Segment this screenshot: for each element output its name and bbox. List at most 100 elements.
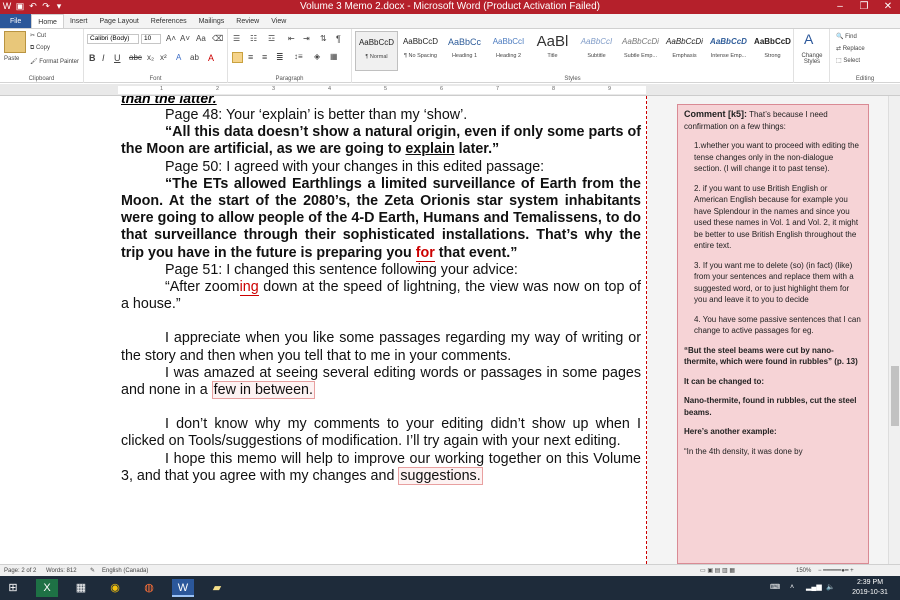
clipboard-group: Paste ✂ Cut ⧉ Copy 🖌 Format Painter Clip… [0,29,84,83]
italic-icon[interactable]: I [102,53,105,63]
borders-icon[interactable]: ▦ [330,52,338,61]
bullets-icon[interactable]: ☰ [233,34,240,43]
windows-start-icon[interactable]: ⊞ [2,579,24,597]
change-case-icon[interactable]: Aa [196,34,206,43]
grow-font-icon[interactable]: A˄ [166,34,176,43]
font-group: Calibri (Body) 10 A˄ A˅ Aa ⌫ B I U abc x… [84,29,228,83]
paragraph-group: ☰ ☷ ☲ ⇤ ⇥ ⇅ ¶ ≡ ≡ ≣ ↕≡ ◈ ▦ Paragraph [228,29,352,83]
comment-text: “In the 4th density, it was done by [684,446,803,456]
superscript-icon[interactable]: x² [160,53,167,62]
tab-file[interactable]: File [0,14,32,28]
explorer-icon[interactable]: ▦ [70,579,92,597]
style-preview: AaBbCc [447,37,482,47]
scrollbar-thumb[interactable] [891,366,899,426]
paragraph-label: Paragraph [275,76,304,82]
clock[interactable]: 2:39 PM 2019-10-31 [848,578,892,598]
underline-icon[interactable]: U [114,53,121,63]
network-icon[interactable]: ▂▄▆ [806,583,822,593]
comment-balloon[interactable]: Comment [k5]: That’s because I need conf… [677,104,869,564]
cut-button[interactable]: ✂ Cut [30,32,46,39]
numbering-icon[interactable]: ☷ [250,34,257,43]
tab-insert[interactable]: Insert [64,14,94,28]
align-center-icon[interactable]: ≡ [248,52,253,62]
tab-references[interactable]: References [145,14,193,28]
tab-home[interactable]: Home [31,14,64,28]
bold-icon[interactable]: B [89,53,96,63]
shrink-font-icon[interactable]: A˅ [180,34,190,43]
change-styles-group: A Change Styles [794,29,830,83]
firefox-icon[interactable]: ◍ [138,579,160,597]
comment-anchor[interactable]: few in between. [211,381,315,400]
minimize-button[interactable]: – [828,0,852,14]
word-taskbar-icon[interactable]: W [172,579,194,597]
comment-text: Nano-thermite, found in rubbles, cut the… [684,396,857,417]
line-spacing-icon[interactable]: ↕≡ [294,52,303,61]
keyboard-icon[interactable]: ⌨ [770,583,780,593]
comment-item: 4. You have some passive sentences that … [694,314,861,336]
volume-icon[interactable]: 🔈 [826,583,835,593]
sticky-notes-icon[interactable]: ▰ [206,579,228,597]
style-no-spacing[interactable]: AaBbCcD ¶ No Spacing [399,31,442,71]
style-heading-1[interactable]: AaBbCc Heading 1 [443,31,486,71]
format-painter-button[interactable]: 🖌 Format Painter [30,58,79,65]
change-styles-icon[interactable]: A [804,31,813,47]
increase-indent-icon[interactable]: ⇥ [303,34,310,43]
horizontal-ruler[interactable]: 1 2 3 4 5 6 7 8 9 [0,84,900,96]
shading-icon[interactable]: ◈ [314,52,320,61]
paste-button[interactable]: Paste [4,56,19,62]
paste-icon[interactable] [4,31,26,53]
find-button[interactable]: 🔍 Find [836,33,857,40]
justify-icon[interactable]: ≣ [276,52,284,63]
font-color-icon[interactable]: A [208,53,214,63]
align-right-icon[interactable]: ≡ [262,52,267,62]
style-name: Strong [764,53,781,59]
clear-format-icon[interactable]: ⌫ [212,34,223,43]
text-effects-icon[interactable]: A [176,53,181,62]
strikethrough-icon[interactable]: abc [129,53,142,62]
tab-view[interactable]: View [265,14,292,28]
maximize-button[interactable]: ❐ [852,0,876,14]
replace-button[interactable]: ⇄ Replace [836,45,865,52]
select-button[interactable]: ⬚ Select [836,57,860,64]
style-subtle-emphasis[interactable]: AaBbCcDi Subtle Emp... [619,31,662,71]
paragraph: I appreciate when you like some passages… [121,330,641,364]
highlight-icon[interactable]: ab [190,53,199,62]
chrome-icon[interactable]: ◉ [104,579,126,597]
style-title[interactable]: AaBl Title [531,31,574,71]
comment-anchor[interactable]: suggestions. [398,466,483,485]
excel-icon[interactable]: X [36,579,58,597]
style-subtitle[interactable]: AaBbCcI Subtitle [575,31,618,71]
close-button[interactable]: ✕ [876,0,900,14]
tab-page-layout[interactable]: Page Layout [93,14,144,28]
sort-icon[interactable]: ⇅ [320,34,327,43]
font-size-select[interactable]: 10 [141,34,161,44]
style-normal[interactable]: AaBbCcD ¶ Normal [355,31,398,71]
change-styles-button[interactable]: Change Styles [797,53,827,65]
comment-item: 2. if you want to use British English or… [694,183,859,251]
font-name-select[interactable]: Calibri (Body) [87,34,139,44]
subscript-icon[interactable]: x₂ [147,53,154,62]
document-page[interactable]: than the latter. Page 48: Your ‘explain’… [0,96,677,564]
comment-quote: “But the steel beams were cut by nano-th… [684,345,858,367]
tracked-change[interactable]: ing [239,279,259,297]
tab-review[interactable]: Review [230,14,265,28]
style-preview: AaBbCcI [492,37,525,46]
paragraph: “All this data doesn’t show a natural or… [121,124,641,158]
decrease-indent-icon[interactable]: ⇤ [288,34,295,43]
style-heading-2[interactable]: AaBbCcI Heading 2 [487,31,530,71]
align-left-icon[interactable] [232,52,243,63]
style-strong[interactable]: AaBbCcD Strong [751,31,794,71]
copy-button[interactable]: ⧉ Copy [30,45,50,52]
editing-label: Editing [855,76,875,82]
tab-mailings[interactable]: Mailings [193,14,231,28]
style-emphasis[interactable]: AaBbCcDi Emphasis [663,31,706,71]
vertical-scrollbar[interactable] [888,96,900,564]
tray-overflow-icon[interactable]: ˄ [790,583,794,593]
tracked-change[interactable]: for [415,244,435,262]
style-intense-emphasis[interactable]: AaBbCcD Intense Emp... [707,31,750,71]
pilcrow-icon[interactable]: ¶ [336,34,341,44]
document-body[interactable]: Page 48: Your ‘explain’ is better than m… [121,107,641,485]
multilevel-icon[interactable]: ☲ [268,34,275,43]
clock-date: 2019-10-31 [852,589,888,596]
styles-group: AaBbCcD ¶ Normal AaBbCcD ¶ No Spacing Aa… [352,29,794,83]
